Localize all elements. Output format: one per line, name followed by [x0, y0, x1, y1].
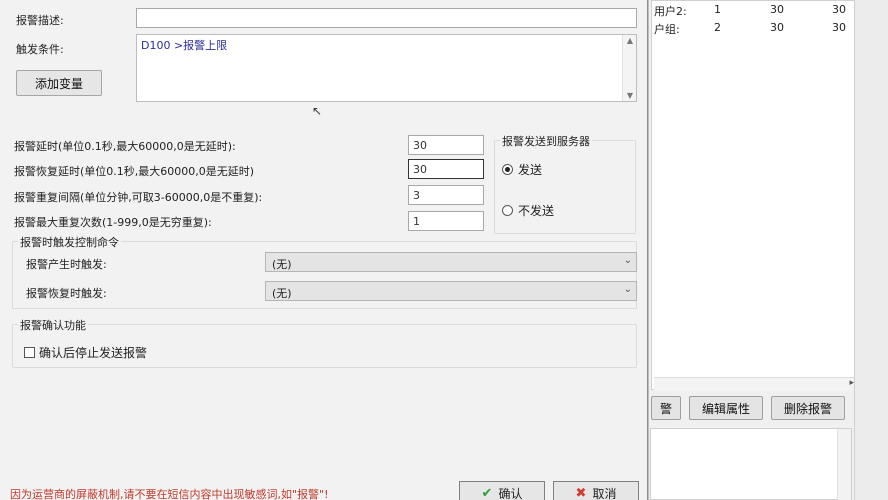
horizontal-scrollbar[interactable]: ▸: [654, 377, 858, 391]
cell-name: 用户2:: [654, 5, 687, 18]
description-label: 报警描述:: [16, 14, 64, 27]
cell-b: 30: [832, 3, 846, 16]
close-icon: ✖: [575, 485, 587, 500]
background-lower-panel: [650, 428, 852, 500]
table-row[interactable]: 户组: 2 30 30: [652, 19, 856, 39]
chevron-down-icon[interactable]: ⌄: [624, 255, 632, 266]
stop-after-confirm-checkbox[interactable]: 确认后停止发送报警: [24, 344, 147, 361]
repeat-interval-input[interactable]: 3: [408, 185, 484, 205]
cell-b: 30: [832, 21, 846, 34]
cell-name: 户组:: [654, 23, 680, 36]
send-radio-label: 发送: [518, 163, 543, 177]
radio-unselected-icon[interactable]: [502, 205, 513, 216]
alarm-delay-input[interactable]: 30: [408, 135, 484, 155]
send-to-server-title: 报警发送到服务器: [500, 133, 592, 149]
cell-a: 30: [770, 3, 784, 16]
alarm-settings-dialog: 报警描述: 触发条件: D100 >报警上限 ▲ ▼ 添加变量 ↖ 报警延时(单…: [0, 0, 648, 500]
on-alarm-trigger-value: (无): [272, 258, 292, 271]
repeat-interval-label: 报警重复间隔(单位分钟,可取3-60000,0是不重复):: [14, 191, 263, 204]
radio-selected-icon[interactable]: [502, 164, 513, 175]
screen: 用户2: 1 30 30 户组: 2 30 30 ▸ 警 编辑属性 删除报警 报…: [0, 0, 888, 500]
trigger-condition-label: 触发条件:: [16, 43, 64, 56]
alarm-delay-label: 报警延时(单位0.1秒,最大60000,0是无延时):: [14, 140, 236, 153]
on-alarm-trigger-label: 报警产生时触发:: [26, 258, 107, 271]
cancel-button[interactable]: ✖ 取消: [553, 481, 639, 500]
top-field[interactable]: [136, 8, 637, 28]
edit-properties-button[interactable]: 编辑属性: [689, 396, 763, 420]
sensitive-word-warning: 因为运营商的屏蔽机制,请不要在短信内容中出现敏感词,如"报警"!: [10, 488, 329, 500]
trigger-command-title: 报警时触发控制命令: [18, 234, 121, 250]
max-repeat-input[interactable]: 1: [408, 211, 484, 231]
checkbox-icon[interactable]: [24, 347, 35, 358]
ok-button-label: 确认: [498, 486, 523, 500]
table-row[interactable]: 用户2: 1 30 30: [652, 1, 856, 21]
recover-delay-label: 报警恢复延时(单位0.1秒,最大60000,0是无延时): [14, 165, 255, 178]
alarm-confirm-title: 报警确认功能: [18, 317, 88, 333]
vertical-scrollbar[interactable]: [837, 429, 851, 500]
on-recover-trigger-value: (无): [272, 287, 292, 300]
alarm-button[interactable]: 警: [651, 396, 681, 420]
checkmark-icon: ✔: [481, 485, 493, 500]
cell-a: 30: [770, 21, 784, 34]
chevron-up-icon[interactable]: ▲: [623, 36, 637, 45]
trigger-condition-text: D100 >报警上限: [141, 39, 228, 52]
stop-after-confirm-label: 确认后停止发送报警: [39, 346, 148, 360]
cancel-button-label: 取消: [592, 486, 617, 500]
add-variable-button[interactable]: 添加变量: [16, 70, 102, 96]
background-table: 用户2: 1 30 30 户组: 2 30 30 ▸: [651, 0, 858, 391]
send-radio[interactable]: 发送: [502, 161, 542, 178]
trigger-condition-textarea[interactable]: D100 >报警上限 ▲ ▼: [136, 34, 637, 102]
background-window: 用户2: 1 30 30 户组: 2 30 30 ▸ 警 编辑属性 删除报警: [648, 0, 888, 500]
textarea-scrollbar[interactable]: ▲ ▼: [622, 35, 636, 101]
on-recover-trigger-label: 报警恢复时触发:: [26, 287, 107, 300]
no-send-radio-label: 不发送: [518, 204, 555, 218]
ok-button[interactable]: ✔ 确认: [459, 481, 545, 500]
on-alarm-trigger-select[interactable]: (无) ⌄: [265, 252, 637, 272]
no-send-radio[interactable]: 不发送: [502, 202, 554, 219]
send-to-server-group: [494, 140, 636, 234]
chevron-down-icon[interactable]: ▼: [623, 91, 637, 100]
chevron-down-icon[interactable]: ⌄: [624, 284, 632, 295]
recover-delay-input[interactable]: 30: [408, 159, 484, 179]
background-side-panel: [854, 0, 888, 500]
on-recover-trigger-select[interactable]: (无) ⌄: [265, 281, 637, 301]
max-repeat-label: 报警最大重复次数(1-999,0是无穷重复):: [14, 216, 212, 229]
cell-num: 1: [714, 3, 721, 16]
mouse-cursor-icon: ↖: [312, 104, 323, 118]
cell-num: 2: [714, 21, 721, 34]
delete-alarm-button[interactable]: 删除报警: [771, 396, 845, 420]
